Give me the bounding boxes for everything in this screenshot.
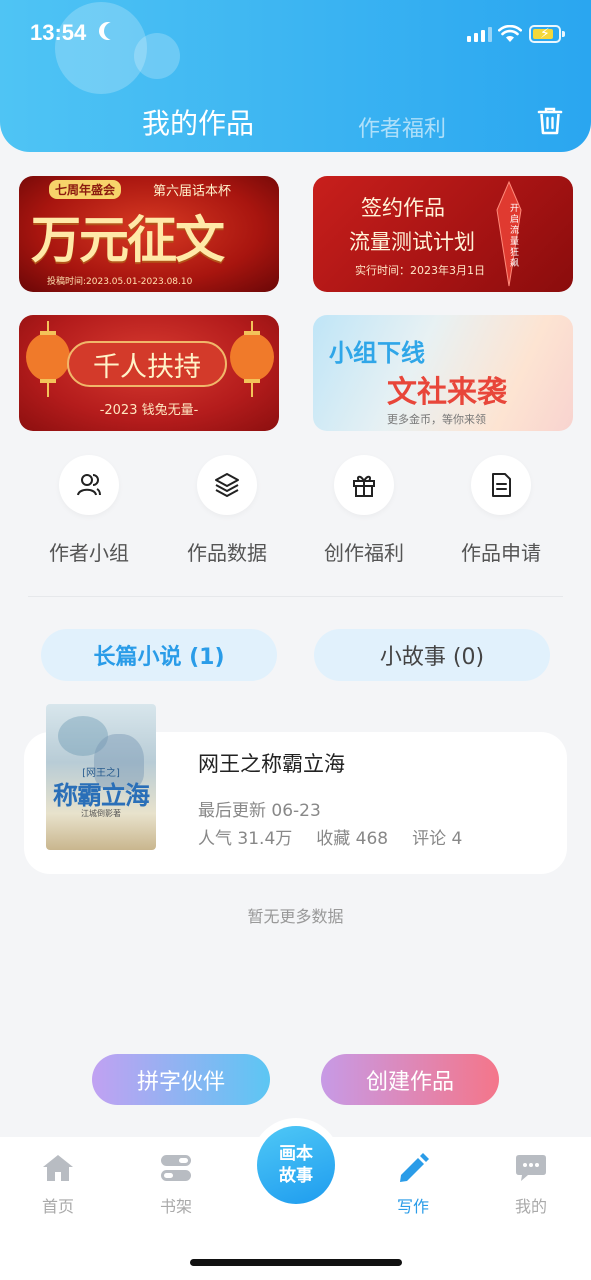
decor-bubble: [134, 33, 180, 79]
banner-essay-contest[interactable]: 七周年盛会 第六届话本杯 万元征文 投稿时间:2023.05.01-2023.0…: [19, 176, 279, 292]
banner-subtitle: 第六届话本杯: [153, 184, 232, 199]
partner-button[interactable]: 拼字伙伴: [92, 1054, 270, 1105]
banner-title: 千人扶持: [67, 341, 227, 387]
shortcut-label: 作者小组: [49, 541, 129, 565]
tabbar-center-story[interactable]: 画本故事: [257, 1126, 335, 1204]
center-label: 画本故事: [279, 1144, 313, 1186]
shortcut-work-data[interactable]: 作品数据: [167, 455, 287, 566]
book-favorites: 收藏 468: [316, 829, 389, 849]
shortcut-author-group[interactable]: 作者小组: [29, 455, 149, 566]
shortcut-label: 创作福利: [324, 541, 404, 565]
gift-icon: [353, 475, 375, 497]
book-popularity: 人气 31.4万: [198, 829, 293, 849]
tab-short-story[interactable]: 小故事 (0): [314, 629, 550, 681]
pencil-icon: [400, 1153, 429, 1182]
bookshelf-icon: [161, 1155, 191, 1181]
shortcut-label: 作品申请: [461, 541, 541, 565]
divider: [28, 596, 563, 597]
banner-title: 小组下线: [329, 339, 425, 367]
book-comments: 评论 4: [412, 829, 463, 849]
banner-club-event[interactable]: 小组下线 文社来袭 更多金币，等你来领: [313, 315, 573, 431]
banner-title: 流量测试计划: [349, 230, 475, 254]
tab-author-welfare[interactable]: 作者福利: [358, 111, 446, 143]
tabbar-write[interactable]: 写作: [373, 1153, 453, 1217]
lantern-icon: [230, 321, 274, 397]
status-time: 13:54: [30, 20, 87, 45]
home-indicator: [190, 1259, 402, 1266]
tab-long-novel[interactable]: 长篇小说 (1): [41, 629, 277, 681]
banner-badge: 七周年盛会: [49, 180, 122, 199]
banner-support-plan[interactable]: 千人扶持 -2023 钱兔无量-: [19, 315, 279, 431]
chat-icon: [516, 1155, 546, 1181]
cover-title: 称霸立海: [52, 781, 150, 810]
banner-title: 万元征文: [31, 210, 225, 269]
shortcut-row: 作者小组 作品数据 创作福利 作品申请: [0, 455, 591, 575]
battery-icon: ⚡: [529, 25, 565, 43]
banner-date: 投稿时间:2023.05.01-2023.08.10: [47, 277, 193, 287]
header: 13:54 ⚡ 我的作品 作者福利: [0, 0, 591, 152]
book-stats: 人气 31.4万 收藏 468 评论 4: [198, 824, 486, 849]
home-icon: [43, 1155, 73, 1181]
signal-icon: [467, 27, 492, 42]
book-updated: 最后更新 06-23: [198, 801, 321, 821]
layers-icon: [215, 473, 239, 497]
tabbar-bookshelf[interactable]: 书架: [136, 1153, 216, 1217]
tabbar-home[interactable]: 首页: [18, 1153, 98, 1217]
banner-title: 签约作品: [361, 196, 445, 220]
tabbar-mine[interactable]: 我的: [491, 1153, 571, 1217]
no-more-data: 暂无更多数据: [247, 907, 344, 926]
cover-author: 江城倒影著: [81, 809, 121, 818]
shortcut-work-application[interactable]: 作品申请: [441, 455, 561, 566]
book-title[interactable]: 网王之称霸立海: [198, 748, 345, 778]
trash-icon[interactable]: [536, 106, 564, 136]
rocket-icon: [496, 180, 522, 287]
book-cover[interactable]: [网王之] 称霸立海 江城倒影著: [46, 704, 156, 850]
banner-subtitle: -2023 钱兔无量-: [99, 403, 199, 418]
banner-date: 实行时间：2023年3月1日: [355, 264, 485, 277]
tab-my-works[interactable]: 我的作品: [142, 102, 254, 142]
create-work-button[interactable]: 创建作品: [321, 1054, 499, 1105]
banner-side-text: 开启流量狂飙: [510, 204, 520, 269]
lantern-icon: [26, 321, 70, 397]
banner-subtitle: 更多金币，等你来领: [387, 413, 486, 426]
banner-signed-works[interactable]: 签约作品 流量测试计划 实行时间：2023年3月1日 开启流量狂飙: [313, 176, 573, 292]
moon-icon: [104, 22, 122, 40]
decor-bubble: [55, 2, 147, 94]
shortcut-creation-welfare[interactable]: 创作福利: [304, 455, 424, 566]
shortcut-label: 作品数据: [187, 541, 267, 565]
wifi-icon: [498, 25, 522, 42]
people-icon: [77, 474, 101, 496]
document-icon: [492, 473, 511, 497]
banner-title: 文社来袭: [387, 375, 507, 410]
